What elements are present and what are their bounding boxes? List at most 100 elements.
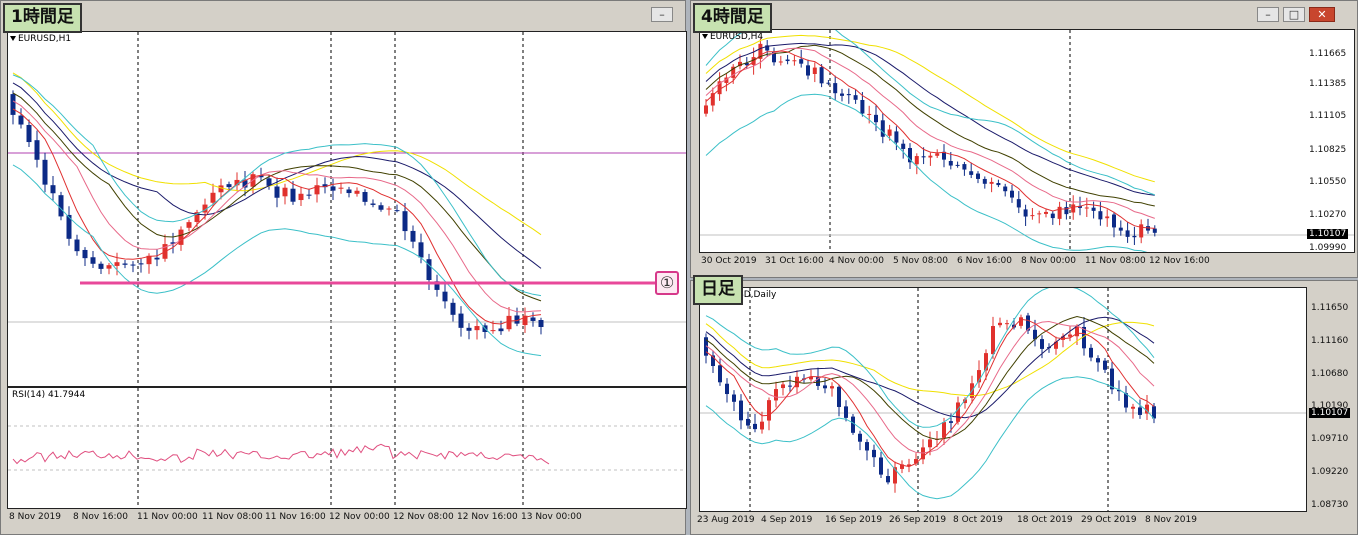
d1-candle [837, 386, 841, 407]
h1-candle [122, 263, 128, 265]
moving-average-line [705, 321, 1155, 397]
price-label: 1.11650 [1311, 303, 1349, 313]
rsi-label: RSI(14) 41.7944 [12, 390, 86, 400]
h4-candle [901, 143, 906, 149]
d1-candle [774, 389, 778, 401]
h4-candle [1010, 190, 1014, 198]
time-label: 8 Nov 16:00 [73, 512, 128, 522]
h1-candle [450, 302, 456, 315]
d1-candle [998, 322, 1002, 326]
h1-minimize-button[interactable]: – [651, 7, 673, 22]
h4-candle [833, 83, 838, 94]
h4-candle [1003, 186, 1008, 192]
h4-candle [1037, 213, 1042, 215]
h4-minimize-button[interactable]: – [1257, 7, 1279, 22]
d1-candle [1040, 339, 1044, 349]
h4-symbol-label: EURUSD,H4 [710, 32, 764, 42]
h4-candle [921, 156, 926, 158]
h1-candle [58, 195, 64, 217]
h1-candle [394, 210, 400, 212]
h1-chart-window[interactable]: 1時間足 – EURUSD,H1 RSI(14) 41.7944 8 Nov 2… [0, 0, 687, 535]
h4-candle [792, 60, 797, 62]
h1-candle [154, 257, 160, 260]
time-label: 11 Nov 16:00 [265, 512, 326, 522]
time-label: 29 Oct 2019 [1081, 515, 1137, 525]
symbol-dropdown-icon[interactable] [702, 34, 708, 39]
h1-candle [98, 263, 104, 269]
d1-candle [872, 449, 876, 458]
d1-candle [858, 433, 862, 442]
d1-candle [781, 384, 785, 389]
h4-candle [867, 113, 872, 115]
h1-candle [474, 326, 480, 331]
h4-timeframe-title: 4時間足 [693, 3, 772, 33]
price-label: 1.10550 [1309, 177, 1347, 187]
d1-candle [991, 326, 995, 355]
h4-chart-window[interactable]: 4時間足 – □ ✕ EURUSD,H4 1.11665 1.11385 1.1… [690, 0, 1358, 278]
time-label: 8 Nov 2019 [1145, 515, 1197, 525]
h1-candle [186, 222, 192, 228]
d1-candle [788, 385, 792, 387]
time-label: 11 Nov 08:00 [1085, 256, 1146, 266]
h4-candle [1118, 227, 1123, 231]
h4-candle [874, 114, 878, 123]
h1-candle [426, 259, 432, 281]
d1-candle [1068, 334, 1072, 337]
h1-candle [34, 140, 40, 160]
h4-candle [935, 153, 940, 156]
h4-candle [914, 156, 919, 165]
h1-candle [346, 189, 352, 194]
h1-price-pane[interactable]: EURUSD,H1 [7, 31, 687, 387]
daily-symbol-label: SD,Daily [738, 290, 777, 300]
h4-candle [996, 183, 1001, 186]
price-label: 1.09990 [1309, 243, 1347, 253]
time-label: 8 Oct 2019 [953, 515, 1003, 525]
time-label: 16 Sep 2019 [825, 515, 883, 525]
h1-candle [362, 192, 368, 202]
h4-candle [1132, 235, 1137, 238]
bollinger-band [705, 288, 1155, 428]
h4-price-chart [700, 30, 1354, 252]
moving-average-line [705, 44, 1155, 207]
close-icon: ✕ [1317, 8, 1327, 21]
h1-candle [218, 185, 224, 193]
h4-price-pane[interactable]: EURUSD,H4 [699, 29, 1355, 253]
d1-candle [886, 476, 890, 483]
h1-candle [506, 315, 512, 330]
time-label: 12 Nov 16:00 [1149, 256, 1210, 266]
price-label: 1.11665 [1309, 49, 1347, 59]
h4-candle [887, 129, 892, 136]
time-label: 4 Nov 00:00 [829, 256, 884, 266]
h1-rsi-pane[interactable]: RSI(14) 41.7944 [7, 387, 687, 509]
h1-candle [458, 313, 464, 328]
time-label: 8 Nov 2019 [9, 512, 61, 522]
price-label: 1.10680 [1311, 369, 1349, 379]
daily-chart-window[interactable]: 日足 SD,Daily 1.11650 1.11160 1.10680 1.10… [690, 275, 1358, 535]
d1-candle [823, 385, 827, 389]
h4-candle [806, 65, 810, 76]
h1-candle [490, 330, 496, 332]
symbol-dropdown-icon[interactable] [10, 36, 16, 41]
d1-candle [718, 365, 722, 383]
h4-candle [955, 164, 960, 166]
h4-maximize-button[interactable]: □ [1283, 7, 1305, 22]
price-label: 1.09710 [1311, 434, 1349, 444]
time-label: 4 Sep 2019 [761, 515, 813, 525]
h4-close-button[interactable]: ✕ [1309, 7, 1335, 22]
d1-candle [844, 406, 848, 418]
h1-symbol-label: EURUSD,H1 [18, 34, 72, 44]
h1-candle [402, 211, 408, 232]
price-label: 1.10825 [1309, 145, 1347, 155]
time-label: 11 Nov 08:00 [202, 512, 263, 522]
daily-price-pane[interactable]: SD,Daily [699, 287, 1307, 512]
d1-candle [732, 394, 736, 402]
h1-candle [226, 184, 232, 188]
moving-average-line [705, 42, 1155, 196]
d1-candle [1138, 407, 1142, 415]
d1-candle [1089, 347, 1093, 358]
h1-window-titlebar[interactable] [1, 1, 685, 27]
h4-candle [778, 61, 783, 63]
d1-candle [1131, 406, 1135, 409]
rsi-chart [8, 388, 686, 508]
time-label: 6 Nov 16:00 [957, 256, 1012, 266]
